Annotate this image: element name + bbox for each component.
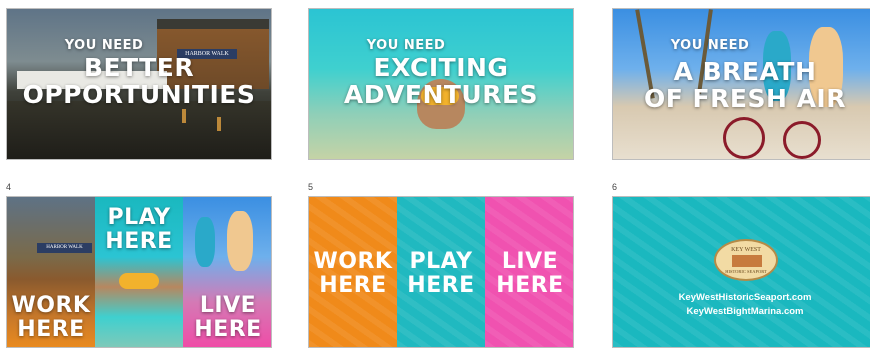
slide-number-4: 4 — [6, 182, 12, 192]
slide5-live-line2: HERE — [496, 273, 564, 298]
logo-skyline-image — [732, 255, 762, 267]
slide4-play-line1: PLAY — [107, 205, 171, 230]
slide5-play-line1: PLAY — [409, 249, 473, 274]
slide5-work-line1: WORK — [313, 249, 393, 274]
work-color-column: WORK HERE — [309, 197, 397, 347]
slide4-play-line2: HERE — [105, 229, 173, 254]
slide1-headline-line2: BETTER — [83, 53, 195, 82]
slide-number-6: 6 — [612, 182, 618, 192]
bicycle-wheel-image — [783, 121, 821, 159]
water-reflection-image — [7, 101, 271, 159]
slide5-work-line2: HERE — [319, 273, 387, 298]
slide5-live-line1: LIVE — [501, 249, 559, 274]
url-bight-marina[interactable]: KeyWestBightMarina.com — [613, 306, 870, 317]
logo-title: KEY WEST — [731, 247, 761, 253]
work-column: HARBOR WALK WORK HERE — [7, 197, 95, 347]
slide-2-exciting-adventures[interactable]: YOU NEED EXCITING ADVENTURES — [308, 8, 574, 160]
cyclist-woman-image — [227, 211, 253, 271]
key-west-historic-seaport-logo: KEY WEST HISTORIC SEAPORT — [714, 239, 778, 281]
play-column: PLAY HERE — [95, 197, 183, 347]
slide2-headline-small: YOU NEED — [366, 38, 446, 53]
slide1-headline-line3: OPPORTUNITIES — [22, 80, 256, 109]
light-reflection — [217, 117, 221, 131]
slide4-work-line1: WORK — [11, 293, 91, 318]
slide-5-work-play-live-colors[interactable]: WORK HERE PLAY HERE LIVE HERE — [308, 196, 574, 348]
slide-6-websites[interactable]: KEY WEST HISTORIC SEAPORT KeyWestHistori… — [612, 196, 870, 348]
harbor-walk-sign: HARBOR WALK — [37, 243, 92, 253]
url-historic-seaport[interactable]: KeyWestHistoricSeaport.com — [613, 292, 870, 303]
cyclist-man-image — [195, 217, 215, 267]
slide-4-work-play-live-photos[interactable]: HARBOR WALK WORK HERE PLAY HERE LIVE HER… — [6, 196, 272, 348]
live-color-column: LIVE HERE — [485, 197, 573, 347]
slide-number-5: 5 — [308, 182, 314, 192]
bicycle-wheel-image — [723, 117, 765, 159]
slide5-play-line2: HERE — [407, 273, 475, 298]
slide2-headline-line2: EXCITING — [373, 53, 509, 82]
slide-3-fresh-air[interactable]: YOU NEED A BREATH OF FRESH AIR — [612, 8, 870, 160]
slide1-headline-small: YOU NEED — [64, 38, 144, 53]
snorkel-mask-image — [119, 273, 159, 289]
slide3-headline-line3: OF FRESH AIR — [644, 84, 846, 113]
logo-subtitle: HISTORIC SEAPORT — [725, 269, 767, 274]
slide3-headline-line2: A BREATH — [673, 57, 817, 86]
slide2-headline-line3: ADVENTURES — [343, 80, 539, 109]
play-color-column: PLAY HERE — [397, 197, 485, 347]
live-column: LIVE HERE — [183, 197, 271, 347]
light-reflection — [182, 109, 186, 123]
slide3-headline-small: YOU NEED — [670, 38, 750, 53]
slide-1-better-opportunities[interactable]: HARBOR WALK YOU NEED BETTER OPPORTUNITIE… — [6, 8, 272, 160]
slide4-work-line2: HERE — [17, 317, 85, 342]
slide4-live-line1: LIVE — [199, 293, 257, 318]
slide4-live-line2: HERE — [194, 317, 262, 342]
